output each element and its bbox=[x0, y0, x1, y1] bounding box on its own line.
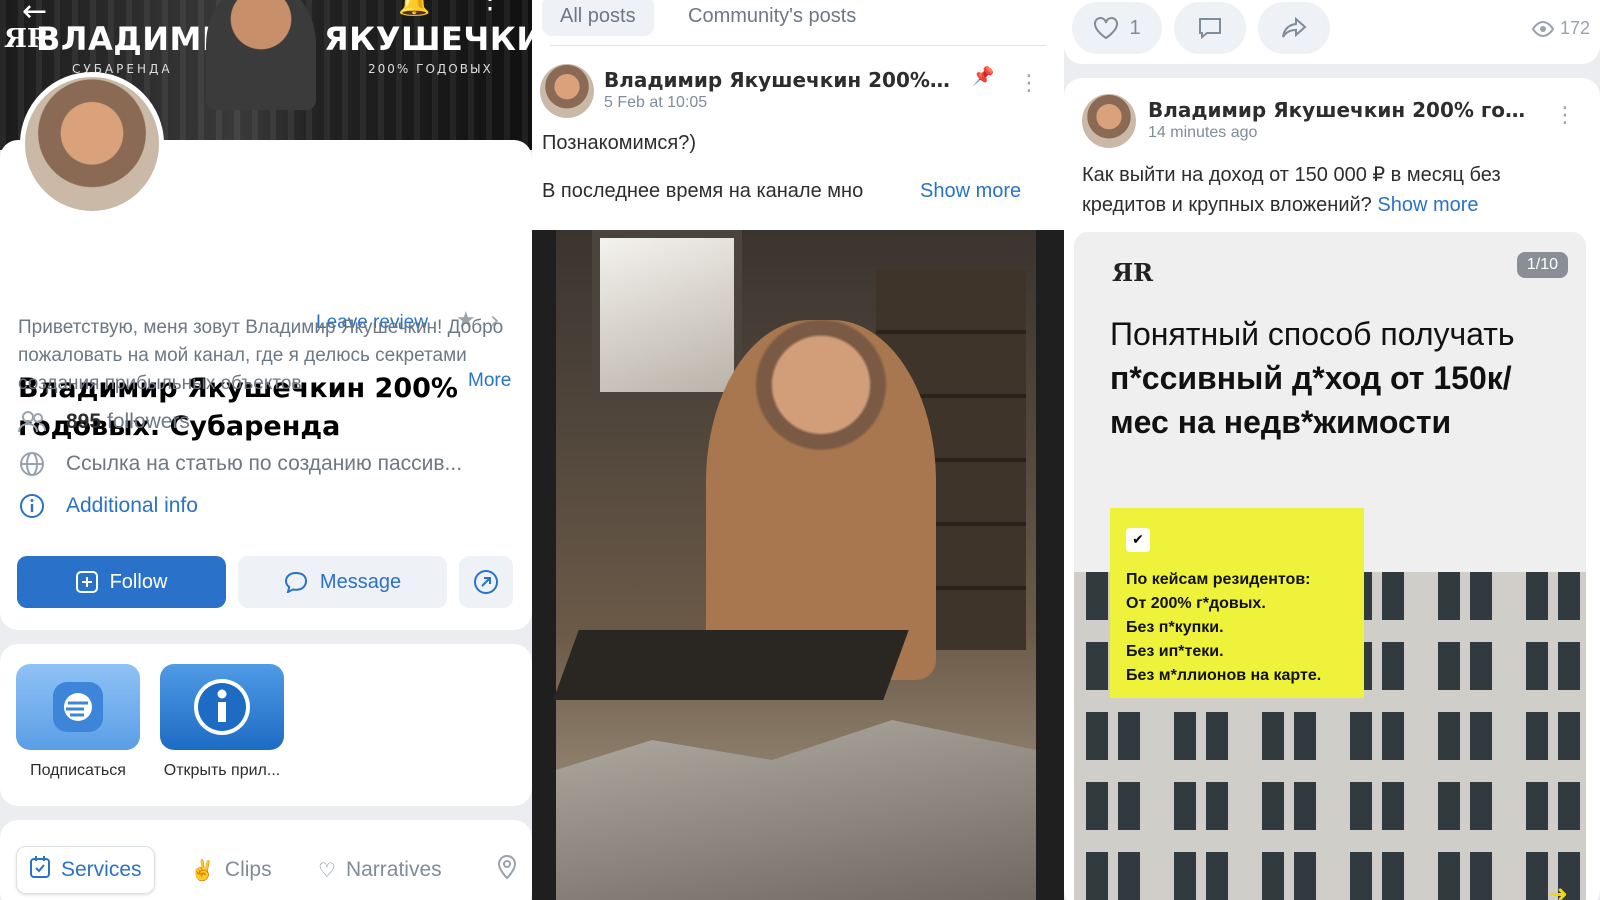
share-post-button[interactable] bbox=[1258, 2, 1330, 54]
followers-row[interactable]: 895 followers bbox=[18, 408, 190, 436]
clips-icon: ✌ bbox=[190, 859, 215, 882]
promo-headline: Понятный способ получать п*ссивный д*ход… bbox=[1110, 312, 1530, 444]
followers-label: followers bbox=[107, 410, 190, 433]
bell-icon[interactable]: 🔔 bbox=[398, 0, 430, 18]
promo-line-5: Без м*ллионов на карте. bbox=[1126, 667, 1322, 684]
link-row[interactable]: Ссылка на статью по созданию пассив... bbox=[18, 450, 462, 478]
followers-count: 895 bbox=[66, 410, 102, 433]
comment-button[interactable] bbox=[1174, 2, 1246, 54]
promo-carousel[interactable]: ЯR 1/10 Понятный способ получать п*ссивн… bbox=[1074, 232, 1586, 900]
post2-author-name[interactable]: Владимир Якушечкин 200% годо... bbox=[1148, 98, 1534, 122]
post-panel: 1 172 Владимир Якушечкин 200% годо... 14… bbox=[1064, 0, 1600, 900]
carousel-counter: 1/10 bbox=[1516, 252, 1568, 278]
post-photo-chess[interactable] bbox=[532, 230, 1064, 900]
tab-services[interactable]: Services bbox=[16, 846, 155, 894]
promo-line-4: Без ип*теки. bbox=[1126, 643, 1224, 660]
next-arrow-icon[interactable]: ➜ bbox=[1548, 880, 1568, 900]
globe-icon bbox=[18, 450, 46, 478]
app-subscribe-label: Подписаться bbox=[30, 762, 126, 779]
promo-logo: ЯR bbox=[1112, 258, 1154, 287]
divider bbox=[550, 45, 1046, 46]
post2-author-avatar[interactable] bbox=[1082, 94, 1136, 148]
photo-window bbox=[592, 230, 742, 400]
photo-chessboard bbox=[553, 630, 909, 700]
post-menu-icon[interactable]: ⋮ bbox=[1018, 73, 1040, 95]
location-pin-icon bbox=[496, 854, 518, 886]
post-time: 5 Feb at 10:05 bbox=[604, 94, 708, 111]
app-subscribe[interactable]: Подписаться bbox=[16, 664, 140, 780]
post-author-avatar[interactable] bbox=[540, 64, 594, 118]
post-author-name[interactable]: Владимир Якушечкин 200% го... bbox=[604, 68, 954, 92]
promo-headline-plain: Понятный способ получать bbox=[1110, 316, 1515, 352]
plus-square-icon bbox=[75, 571, 98, 593]
cover-name-last: ЯКУШЕЧКИН bbox=[324, 20, 532, 58]
like-button[interactable]: 1 bbox=[1072, 2, 1162, 54]
link-text: Ссылка на статью по созданию пассив... bbox=[66, 452, 463, 475]
tab-narratives-label: Narratives bbox=[345, 858, 442, 881]
show-more-link[interactable]: Show more bbox=[914, 176, 1022, 206]
message-button[interactable]: Message bbox=[238, 556, 447, 608]
share-button[interactable] bbox=[459, 556, 513, 608]
info-icon bbox=[18, 492, 46, 520]
feed-panel: All posts Community's posts Владимир Яку… bbox=[532, 0, 1064, 900]
app-open-label: Открыть прил... bbox=[163, 762, 281, 779]
share-arrow-icon bbox=[473, 569, 499, 595]
views-count: 172 bbox=[1559, 18, 1590, 38]
profile-avatar[interactable] bbox=[20, 72, 164, 216]
tab-narratives[interactable]: ♡ Narratives bbox=[318, 846, 442, 894]
likes-count: 1 bbox=[1129, 16, 1141, 39]
promo-line-3: Без п*купки. bbox=[1126, 619, 1224, 636]
follow-label: Follow bbox=[109, 570, 168, 593]
cover-portrait bbox=[206, 0, 316, 110]
post2-time: 14 minutes ago bbox=[1148, 124, 1258, 141]
tab-clips-label: Clips bbox=[224, 858, 272, 881]
additional-info-row[interactable]: Additional info bbox=[18, 492, 198, 520]
tab-community-posts[interactable]: Community's posts bbox=[670, 0, 874, 36]
eye-icon bbox=[1531, 20, 1554, 37]
message-bubble-icon bbox=[284, 571, 308, 593]
info-app-icon bbox=[160, 664, 284, 750]
message-label: Message bbox=[319, 570, 402, 593]
profile-tabs: Services ✌ Clips ♡ Narratives bbox=[0, 820, 532, 900]
pin-icon: 📌 bbox=[972, 66, 995, 87]
profile-panel: ← ЯR ВЛАДИМИР СУБАРЕНДА ЯКУШЕЧКИН 200% Г… bbox=[0, 0, 532, 900]
post2-menu-icon[interactable]: ⋮ bbox=[1554, 105, 1576, 127]
photo-rock bbox=[556, 720, 1036, 900]
photo-scene bbox=[553, 230, 1036, 900]
post2-text-block: Как выйти на доход от 150 000 ₽ в месяц … bbox=[1082, 160, 1582, 220]
app-open[interactable]: Открыть прил... bbox=[160, 664, 284, 780]
promo-yellow-box: ✔ По кейсам резидентов: От 200% г*довых.… bbox=[1110, 508, 1364, 698]
services-icon bbox=[29, 855, 51, 885]
tab-services-label: Services bbox=[61, 858, 142, 881]
tab-clips[interactable]: ✌ Clips bbox=[190, 846, 272, 894]
follow-button[interactable]: Follow bbox=[17, 556, 226, 608]
subscribe-app-icon bbox=[16, 664, 140, 750]
promo-line-1: По кейсам резидентов: bbox=[1126, 571, 1311, 588]
comment-icon bbox=[1197, 16, 1223, 40]
post2-show-more[interactable]: Show more bbox=[1377, 194, 1478, 216]
heart-icon bbox=[1093, 16, 1119, 40]
share-icon bbox=[1280, 16, 1308, 40]
tab-all-posts[interactable]: All posts bbox=[542, 0, 654, 36]
promo-line-2: От 200% г*довых. bbox=[1126, 595, 1266, 612]
more-link[interactable]: More bbox=[464, 370, 512, 392]
more-options-icon[interactable]: ⋮ bbox=[476, 0, 504, 13]
post-actions-bar: 1 172 bbox=[1064, 0, 1600, 64]
post-line-1: Познакомимся?) bbox=[542, 132, 696, 154]
profile-description: Приветствую, меня зовут Владимир Якушечк… bbox=[18, 317, 504, 394]
followers-icon bbox=[18, 408, 46, 436]
post-card: Владимир Якушечкин 200% годо... 14 minut… bbox=[1064, 78, 1600, 900]
post-line-2: В последнее время на канале мно bbox=[542, 180, 864, 202]
cover-name-last-sub: 200% ГОДОВЫХ bbox=[368, 62, 493, 76]
photo-person bbox=[706, 320, 936, 680]
narratives-icon: ♡ bbox=[318, 859, 336, 882]
tab-places[interactable] bbox=[496, 846, 528, 894]
promo-headline-bold: п*ссивный д*ход от 150к/мес на недв*жимо… bbox=[1110, 360, 1512, 440]
checkbox-icon: ✔ bbox=[1126, 528, 1150, 552]
feed-tabs: All posts Community's posts bbox=[532, 0, 1064, 46]
views-counter: 172 bbox=[1531, 18, 1590, 39]
apps-card: Подписаться Открыть прил... bbox=[0, 644, 532, 806]
additional-info-label: Additional info bbox=[66, 494, 198, 517]
